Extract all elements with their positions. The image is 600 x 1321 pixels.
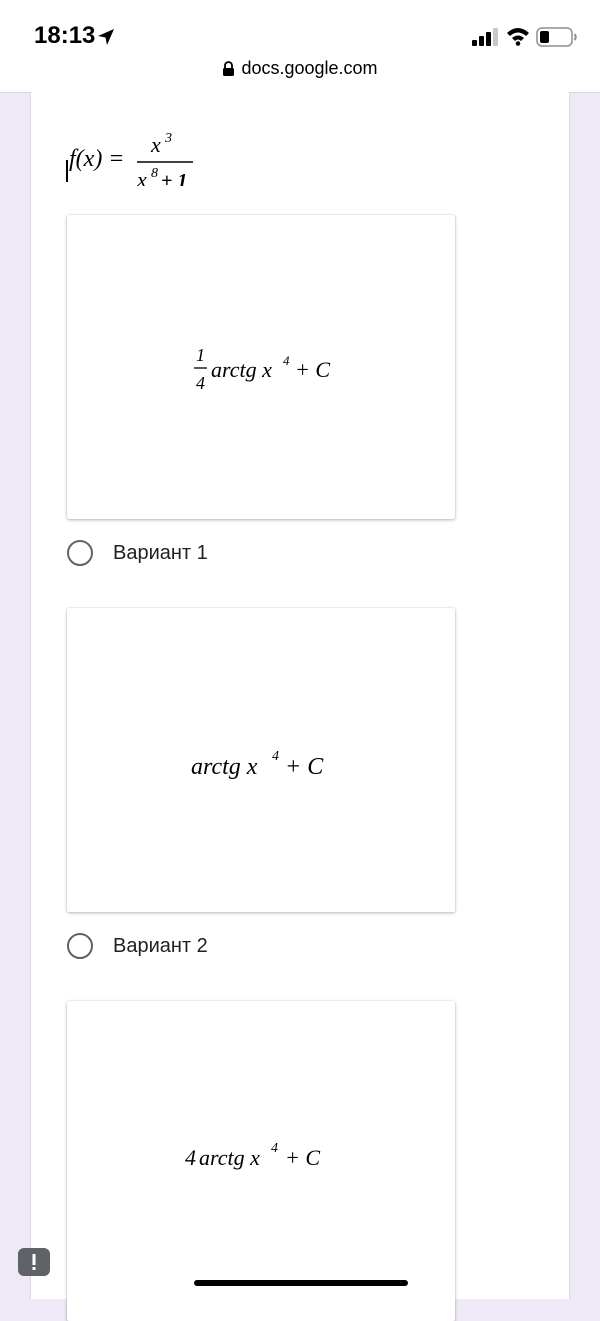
svg-text:+ 1: + 1	[161, 170, 187, 186]
svg-text:arctg x: arctg x	[199, 1145, 260, 1170]
svg-text:4: 4	[271, 1141, 278, 1156]
question-card: f(x) = x 3 x 8 + 1 1 4 arctg x 4 + C Вар…	[30, 92, 570, 1321]
signal-icon	[472, 28, 498, 46]
home-indicator[interactable]	[194, 1280, 408, 1286]
svg-text:arctg x: arctg x	[211, 357, 272, 382]
option-label: Вариант 1	[113, 542, 208, 564]
url-text: docs.google.com	[241, 58, 378, 78]
svg-text:4: 4	[196, 373, 205, 393]
svg-text:x: x	[150, 132, 161, 157]
question-formula: f(x) = x 3 x 8 + 1	[69, 131, 193, 186]
svg-text:+ C: + C	[285, 754, 324, 780]
report-problem-button[interactable]	[18, 1248, 50, 1276]
option-label: Вариант 2	[113, 935, 208, 957]
radio-button[interactable]	[67, 933, 93, 959]
option-2-formula: arctg x 4 + C	[191, 749, 324, 780]
svg-text:1: 1	[196, 345, 205, 365]
svg-text:arctg x: arctg x	[191, 754, 258, 780]
option-2-image: arctg x 4 + C	[67, 608, 455, 912]
option-3-formula: 4 arctg x 4 + C	[185, 1141, 320, 1170]
svg-text:f(x) =: f(x) =	[69, 146, 125, 172]
status-bar: 18:13 docs.google.com	[0, 0, 600, 93]
text-cursor	[66, 160, 68, 182]
radio-button[interactable]	[67, 540, 93, 566]
svg-text:3: 3	[164, 131, 172, 146]
svg-text:4: 4	[272, 749, 279, 764]
option-1-formula: 1 4 arctg x 4 + C	[194, 345, 330, 393]
svg-text:4: 4	[283, 353, 290, 368]
battery-icon	[536, 27, 577, 47]
svg-text:8: 8	[151, 166, 158, 181]
location-arrow-icon	[98, 29, 114, 45]
option-1-image: 1 4 arctg x 4 + C	[67, 215, 455, 519]
svg-text:x: x	[136, 167, 147, 186]
svg-text:+ C: + C	[295, 357, 330, 382]
svg-text:+ C: + C	[285, 1145, 320, 1170]
svg-text:4: 4	[185, 1145, 196, 1170]
wifi-icon	[507, 28, 529, 46]
exclamation-icon	[32, 1254, 36, 1270]
option-3-image: 4 arctg x 4 + C	[67, 1001, 455, 1321]
status-time: 18:13	[34, 22, 96, 49]
lock-icon	[223, 61, 235, 76]
address-bar[interactable]: docs.google.com	[0, 58, 600, 79]
